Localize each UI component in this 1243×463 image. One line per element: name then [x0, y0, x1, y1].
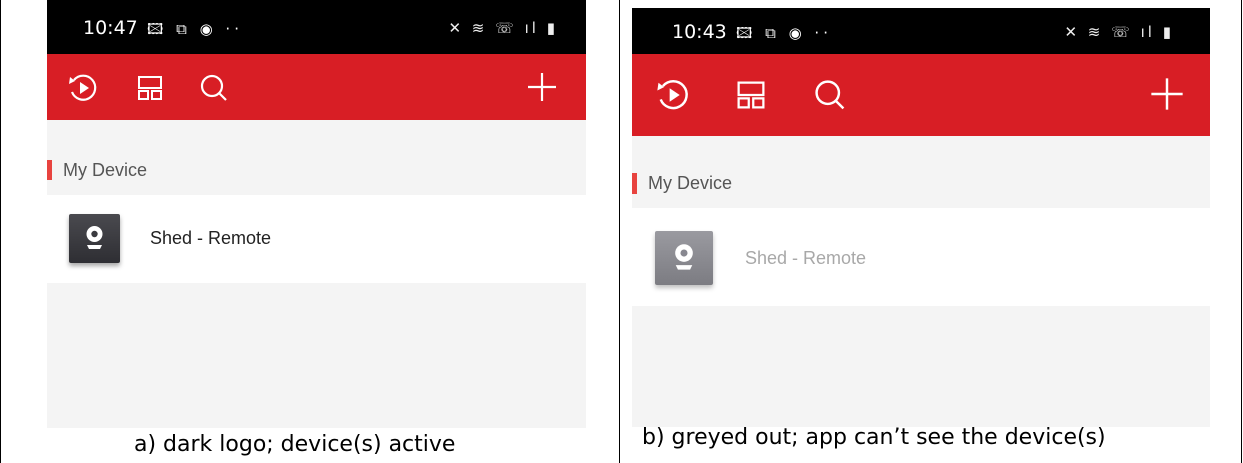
- device-name: Shed - Remote: [150, 228, 272, 248]
- app-toolbar: [632, 54, 1210, 136]
- app-toolbar: [47, 54, 586, 120]
- table-border-right: [1241, 0, 1242, 463]
- section-title: My Device: [63, 160, 148, 180]
- add-icon[interactable]: [1148, 75, 1186, 113]
- section-header: My Device: [632, 172, 1210, 196]
- device-list-item[interactable]: Shed - Remote: [47, 195, 586, 283]
- system-status-icons: ✕ ≋ ☏ ıl ▮: [448, 19, 558, 37]
- section-header: My Device: [47, 158, 586, 182]
- table-border-left: [0, 0, 1, 463]
- notification-icons: 🖾 ⧉ ◉ ··: [147, 20, 243, 38]
- layout-icon[interactable]: [733, 77, 769, 113]
- status-time: 10:47: [83, 17, 138, 39]
- search-icon[interactable]: [197, 71, 231, 105]
- section-accent-bar: [632, 173, 637, 194]
- add-icon[interactable]: [525, 70, 559, 104]
- status-time: 10:43: [672, 21, 727, 43]
- camera-icon: [69, 214, 120, 263]
- device-list-item[interactable]: Shed - Remote: [632, 208, 1210, 306]
- playback-icon[interactable]: [66, 71, 100, 105]
- caption-a: a) dark logo; device(s) active: [134, 432, 456, 457]
- section-accent-bar: [47, 160, 52, 180]
- section-title: My Device: [648, 173, 733, 193]
- screenshot-panel-b: 10:43 🖾 ⧉ ◉ ·· ✕ ≋ ☏ ıl ▮ My Device Shed…: [632, 8, 1210, 427]
- device-name: Shed - Remote: [745, 248, 867, 268]
- camera-icon: [655, 231, 713, 285]
- status-bar: 10:47 🖾 ⧉ ◉ ·· ✕ ≋ ☏ ıl ▮: [47, 0, 586, 54]
- screenshot-panel-a: 10:47 🖾 ⧉ ◉ ·· ✕ ≋ ☏ ıl ▮ My Device Shed…: [47, 0, 586, 428]
- notification-icons: 🖾 ⧉ ◉ ··: [736, 24, 832, 42]
- layout-icon[interactable]: [134, 72, 166, 104]
- system-status-icons: ✕ ≋ ☏ ıl ▮: [1064, 23, 1174, 41]
- status-bar: 10:43 🖾 ⧉ ◉ ·· ✕ ≋ ☏ ıl ▮: [632, 8, 1210, 54]
- table-border-middle: [619, 0, 620, 463]
- search-icon[interactable]: [811, 76, 849, 114]
- playback-icon[interactable]: [654, 76, 692, 114]
- caption-b: b) greyed out; app can’t see the device(…: [642, 425, 1106, 450]
